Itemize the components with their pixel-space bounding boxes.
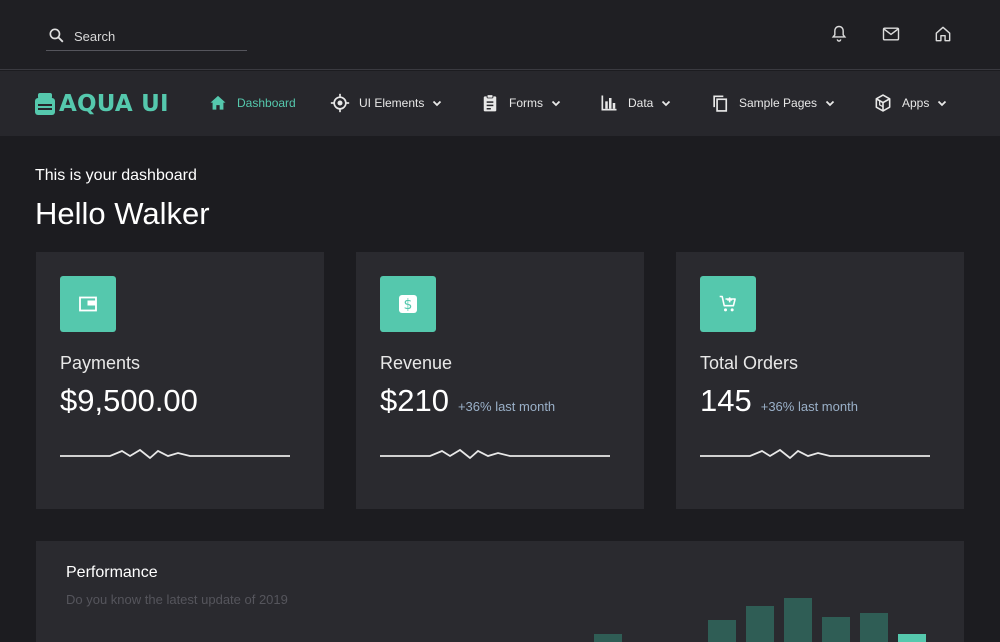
top-bar [0,0,1000,70]
search-box[interactable] [46,22,247,51]
card-icon-badge [700,276,756,332]
card-icon-badge [60,276,116,332]
chevron-down-icon [662,100,671,107]
chevron-down-icon [825,100,835,107]
nav-dashboard[interactable]: Dashboard [208,91,296,115]
nav-ui-elements-label: UI Elements [359,96,425,110]
nav-apps-label: Apps [902,96,930,110]
card-value-row: 145 +36% last month [700,383,858,419]
card-delta: +36% last month [760,399,858,414]
copy-icon [713,95,728,112]
card-value: $9,500.00 [60,383,198,418]
sparkline [700,448,930,460]
performance-bar [784,598,812,642]
chevron-down-icon [551,100,561,107]
crosshair-icon [330,93,350,113]
sparkline [60,448,290,460]
chevron-down-icon [433,100,442,107]
nav-sample-pages[interactable]: Sample Pages [710,91,836,115]
svg-text:$: $ [404,297,413,313]
nav-forms-label: Forms [509,96,543,110]
messages-button[interactable] [881,24,901,44]
card-value: $210 [380,383,449,418]
wallet-icon [79,296,97,312]
notifications-button[interactable] [829,24,849,44]
page-title: Hello Walker [35,196,210,231]
card-icon-badge: $ [380,276,436,332]
mail-icon [882,27,900,41]
card-label: Revenue [380,353,453,373]
performance-subtitle: Do you know the latest update of 2019 [66,592,288,607]
home-icon [210,95,226,110]
search-icon [49,28,64,43]
card-label: Total Orders [700,353,799,373]
brand-logo[interactable]: AQUA UI [35,90,169,118]
performance-bar [860,613,888,642]
performance-bar [822,617,850,642]
logo-icon [35,93,55,115]
performance-bar [708,620,736,642]
cube-icon [875,94,891,112]
performance-title: Performance [66,564,158,581]
cart-add-icon [719,295,736,312]
main-nav: AQUA UI Dashboard UI Elements Forms Data… [0,71,1000,136]
card-label: Payments [60,353,141,373]
performance-bar-chart [594,598,926,642]
nav-sample-pages-label: Sample Pages [739,96,818,110]
nav-data-label: Data [628,96,654,110]
revenue-card: $ Revenue $210 +36% last month [356,252,644,509]
card-value: 145 [700,383,752,418]
dollar-icon: $ [399,295,417,313]
card-value-row: $9,500.00 [60,383,198,419]
bar-chart-icon [601,95,617,111]
nav-data[interactable]: Data [599,91,672,115]
brand-name: AQUA UI [59,91,169,117]
nav-forms[interactable]: Forms [480,91,562,115]
performance-bar [746,606,774,642]
clipboard-icon [483,94,497,112]
total-orders-card: Total Orders 145 +36% last month [676,252,964,509]
sparkline [380,448,610,460]
page-subtitle: This is your dashboard [35,167,197,184]
payments-card: Payments $9,500.00 [36,252,324,509]
home-button[interactable] [933,24,953,44]
performance-panel: Performance Do you know the latest updat… [36,541,964,642]
nav-ui-elements[interactable]: UI Elements [330,91,443,115]
bell-icon [831,25,847,42]
search-input[interactable] [74,28,234,44]
chevron-down-icon [938,100,947,107]
performance-bar [898,634,926,642]
home-icon [935,26,951,42]
card-delta: +36% last month [457,399,556,414]
card-value-row: $210 +36% last month [380,383,555,419]
performance-bar [594,634,622,642]
nav-apps[interactable]: Apps [873,91,948,115]
nav-dashboard-label: Dashboard [237,96,296,110]
